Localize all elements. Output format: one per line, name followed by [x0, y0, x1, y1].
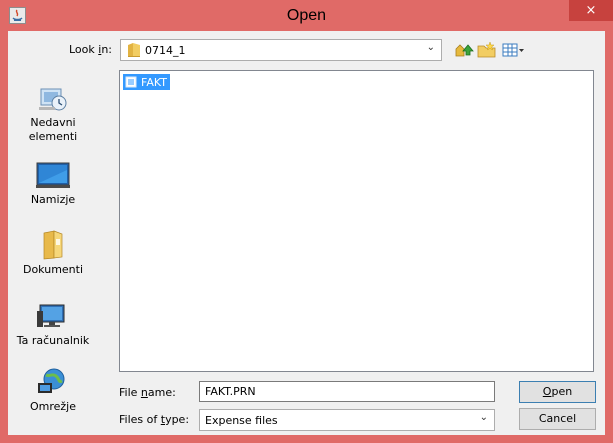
- place-network[interactable]: Omrežje: [8, 367, 98, 414]
- documents-icon: [43, 230, 63, 260]
- place-this-pc[interactable]: Ta računalnik: [8, 301, 98, 348]
- cancel-button[interactable]: Cancel: [519, 408, 596, 430]
- desktop-icon: [36, 162, 70, 188]
- file-name: FAKT: [141, 75, 167, 89]
- place-label: Omrežje: [29, 400, 77, 413]
- dialog-body: Look in: 0714_1 ⌄ Nedavni elementi Namiz…: [8, 31, 605, 435]
- folder-icon: [128, 43, 140, 57]
- look-in-label: Look in:: [69, 43, 113, 56]
- file-type-label: Files of type:: [119, 413, 190, 426]
- create-new-folder-icon[interactable]: [476, 40, 498, 60]
- computer-icon: [37, 304, 65, 327]
- file-list[interactable]: FAKT: [119, 70, 594, 372]
- place-documents[interactable]: Dokumenti: [8, 230, 98, 277]
- window-title: Open: [286, 7, 327, 24]
- place-label: Namizje: [30, 193, 76, 206]
- chevron-down-icon[interactable]: ⌄: [480, 412, 488, 423]
- look-in-value: 0714_1: [145, 44, 186, 57]
- list-item[interactable]: FAKT: [123, 74, 170, 90]
- up-one-level-icon[interactable]: [452, 40, 474, 60]
- place-label: Nedavni: [30, 116, 76, 129]
- network-icon: [38, 368, 65, 393]
- place-desktop[interactable]: Namizje: [8, 162, 98, 207]
- view-menu-icon[interactable]: [501, 40, 527, 60]
- place-label: Dokumenti: [22, 263, 84, 276]
- file-icon: [125, 76, 137, 88]
- file-type-combo[interactable]: Expense files ⌄: [199, 409, 495, 431]
- close-button[interactable]: ×: [569, 0, 613, 21]
- recent-items-icon: [39, 88, 67, 111]
- place-recent-items[interactable]: Nedavni elementi: [8, 83, 98, 144]
- title-bar[interactable]: Open ×: [0, 0, 613, 31]
- chevron-down-icon[interactable]: ⌄: [427, 42, 435, 53]
- place-label: elementi: [28, 130, 78, 143]
- place-label: Ta računalnik: [16, 334, 90, 347]
- file-type-value: Expense files: [205, 414, 278, 427]
- file-name-label: File name:: [119, 386, 176, 399]
- look-in-combo[interactable]: 0714_1 ⌄: [120, 39, 442, 61]
- file-name-input[interactable]: [199, 381, 495, 402]
- open-button[interactable]: Open: [519, 381, 596, 403]
